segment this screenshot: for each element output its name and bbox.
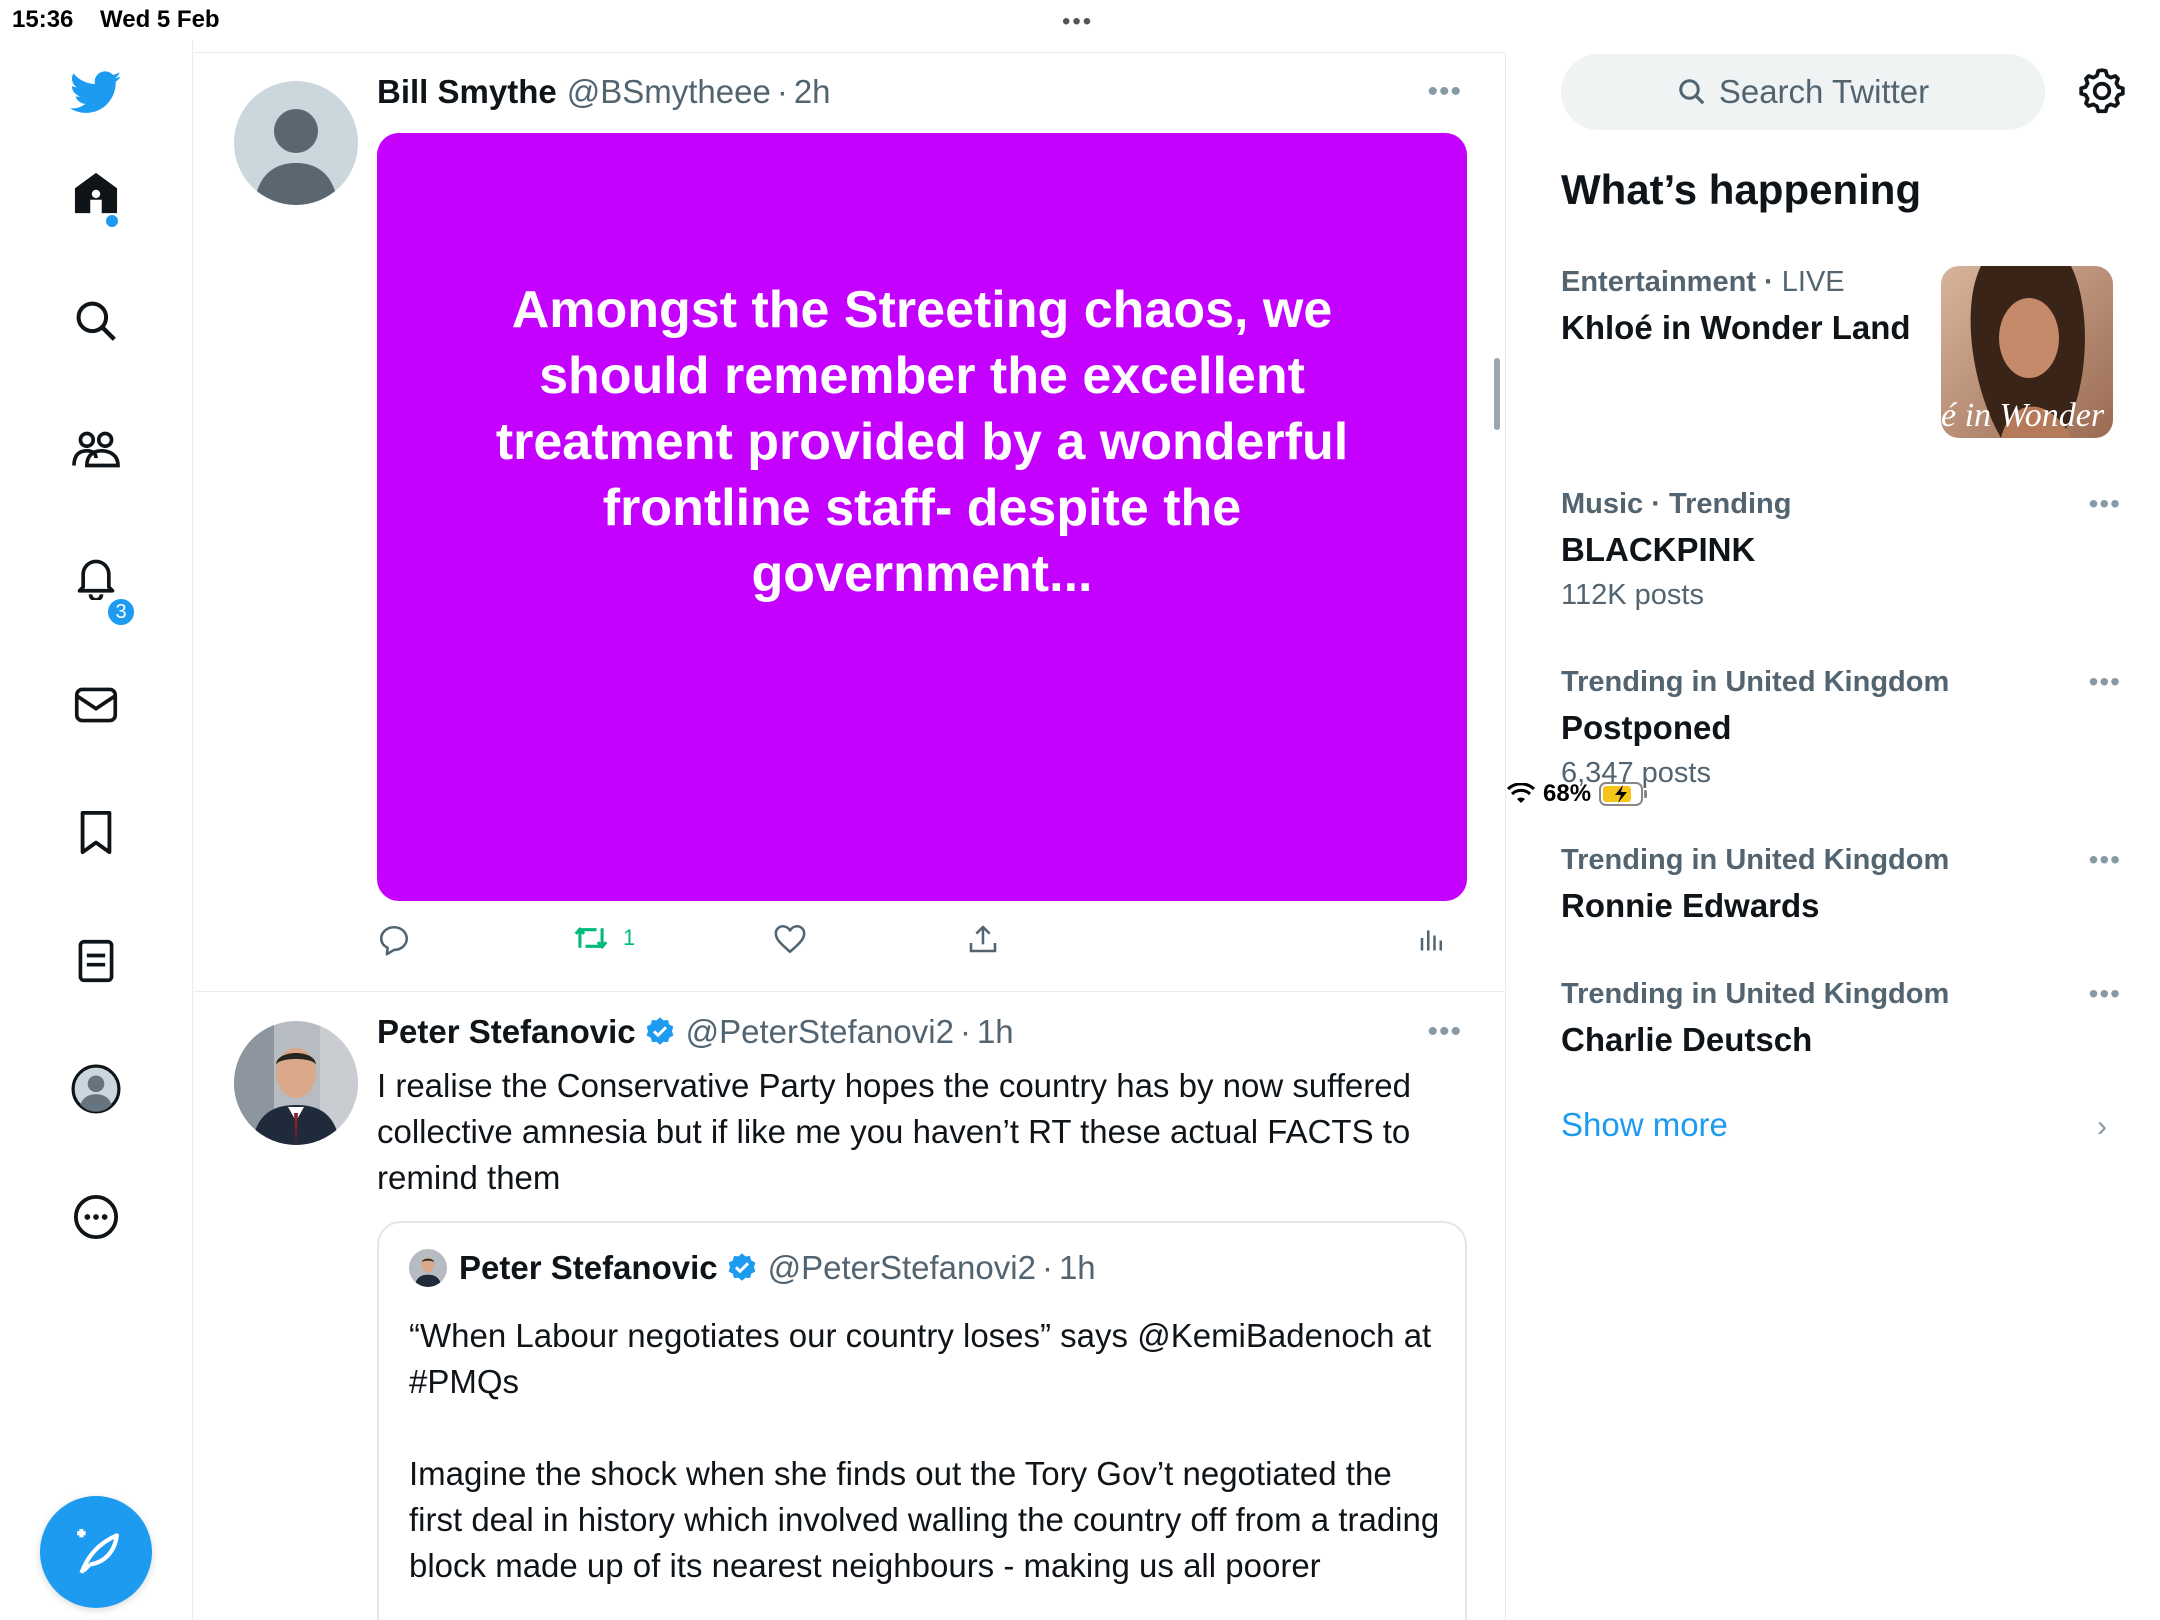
search-twitter-input[interactable]: Search Twitter bbox=[1561, 54, 2045, 130]
trend-item[interactable]: Trending in United Kingdom Charlie Deuts… bbox=[1561, 978, 2121, 1059]
trend-post-count: 112K posts bbox=[1561, 579, 1704, 611]
share-icon bbox=[969, 925, 997, 953]
tweet-header: Bill Smythe @BSmytheee · 2h bbox=[377, 73, 831, 111]
multitasking-handle[interactable]: ••• bbox=[1062, 8, 1093, 36]
author-avatar[interactable] bbox=[234, 1021, 358, 1145]
home-icon[interactable] bbox=[65, 162, 127, 224]
trend-extra: Trending bbox=[1668, 488, 1792, 520]
settings-gear-icon[interactable] bbox=[2077, 66, 2127, 116]
analytics-bars-icon bbox=[1420, 930, 1442, 951]
status-date: Wed 5 Feb bbox=[100, 6, 220, 33]
trend-item[interactable]: Trending in United Kingdom Postponed 6,3… bbox=[1561, 666, 2121, 790]
twitter-logo-icon[interactable] bbox=[65, 62, 127, 124]
quoted-text-paragraph: Imagine the shock when she finds out the… bbox=[409, 1455, 1440, 1584]
quoted-author-handle: @PeterStefanovi2 bbox=[767, 1249, 1036, 1286]
right-sidebar: Search Twitter What’s happening Entertai… bbox=[1507, 40, 2160, 1620]
trend-item[interactable]: Music · Trending BLACKPINK 112K posts ••… bbox=[1561, 488, 2121, 612]
trend-title: Postponed bbox=[1561, 709, 1732, 746]
quoted-author-name: Peter Stefanovic bbox=[459, 1249, 718, 1286]
compose-feather-icon bbox=[77, 1529, 119, 1574]
author-name[interactable]: Peter Stefanovic bbox=[377, 1013, 636, 1051]
tweet-time[interactable]: 2h bbox=[794, 73, 831, 111]
retweet-icon bbox=[574, 927, 608, 949]
author-handle[interactable]: @PeterStefanovi2 bbox=[686, 1013, 954, 1051]
trend-more-button[interactable]: ••• bbox=[2089, 978, 2121, 1010]
search-icon bbox=[1679, 79, 1705, 105]
bookmarks-icon[interactable] bbox=[65, 802, 127, 864]
messages-envelope-icon[interactable] bbox=[65, 674, 127, 736]
trend-item[interactable]: Trending in United Kingdom Ronnie Edward… bbox=[1561, 844, 2121, 925]
author-handle[interactable]: @BSmytheee bbox=[567, 73, 771, 111]
trend-category: Music bbox=[1561, 488, 1644, 520]
tweet-divider bbox=[194, 991, 1505, 992]
quoted-text-paragraph: “When Labour negotiates our country lose… bbox=[409, 1317, 1432, 1400]
status-bar: 15:36 Wed 5 Feb ••• 68% bbox=[0, 0, 2160, 807]
trend-category: Trending in United Kingdom bbox=[1561, 978, 1950, 1010]
tweet-text: I realise the Conservative Party hopes t… bbox=[377, 1067, 1411, 1196]
quoted-tweet-time: 1h bbox=[1058, 1249, 1096, 1286]
tweet-media-image[interactable]: Amongst the Streeting chaos, we should r… bbox=[377, 133, 1467, 901]
search-placeholder: Search Twitter bbox=[1718, 73, 1930, 110]
trend-more-button[interactable]: ••• bbox=[2089, 844, 2121, 876]
media-text: Amongst the Streeting chaos, we should r… bbox=[495, 281, 1349, 603]
trend-live-label: LIVE bbox=[1781, 266, 1845, 298]
tweet-time[interactable]: 1h bbox=[977, 1013, 1014, 1051]
tweet-header: Peter Stefanovic @PeterStefanovi2 · 1h bbox=[377, 1013, 1014, 1051]
quoted-tweet[interactable]: Peter Stefanovic @PeterStefanovi2 · 1h “… bbox=[377, 1221, 1467, 1620]
trend-category: Entertainment bbox=[1561, 266, 1756, 298]
trend-post-count: 6,347 posts bbox=[1561, 757, 1711, 789]
trend-category: Trending in United Kingdom bbox=[1561, 844, 1950, 876]
show-more-link[interactable]: Show more bbox=[1561, 1106, 1728, 1144]
trend-title: Ronnie Edwards bbox=[1561, 887, 1820, 924]
more-options-icon[interactable] bbox=[65, 1186, 127, 1248]
quoted-tweet-text: “When Labour negotiates our country lose… bbox=[409, 1313, 1449, 1589]
separator: · bbox=[776, 73, 788, 110]
default-avatar[interactable] bbox=[234, 81, 358, 205]
trend-category: Trending in United Kingdom bbox=[1561, 666, 1950, 698]
left-navigation: 3 bbox=[0, 40, 193, 1620]
quoted-tweet-header: Peter Stefanovic @PeterStefanovi2 · 1h bbox=[409, 1249, 1096, 1287]
reply-icon bbox=[379, 925, 409, 956]
profile-avatar-icon[interactable] bbox=[65, 1058, 127, 1120]
trend-more-button[interactable]: ••• bbox=[2089, 666, 2121, 698]
tweet-more-button[interactable]: ••• bbox=[1427, 1015, 1462, 1049]
whats-happening-heading: What’s happening bbox=[1561, 166, 1922, 213]
communities-icon[interactable] bbox=[65, 418, 127, 480]
home-unread-dot bbox=[106, 215, 118, 227]
status-time: 15:36 bbox=[12, 6, 74, 33]
trend-title: Charlie Deutsch bbox=[1561, 1021, 1813, 1058]
chevron-right-icon[interactable]: › bbox=[2097, 1110, 2107, 1144]
tweet-more-button[interactable]: ••• bbox=[1427, 75, 1462, 109]
lists-icon[interactable] bbox=[65, 930, 127, 992]
thumbnail-caption: é in Wonder l bbox=[1941, 397, 2113, 434]
heart-icon bbox=[774, 924, 806, 954]
retweet-count: 1 bbox=[623, 925, 636, 950]
trend-meta-separator: · bbox=[1651, 488, 1661, 520]
quoted-author-avatar bbox=[409, 1249, 447, 1287]
author-name[interactable]: Bill Smythe bbox=[377, 73, 557, 111]
verified-badge-icon bbox=[646, 1017, 673, 1045]
trend-more-button[interactable]: ••• bbox=[2089, 488, 2121, 520]
notifications-badge: 3 bbox=[106, 597, 136, 627]
reply-button[interactable] bbox=[377, 923, 411, 957]
trend-meta: Music · Trending bbox=[1561, 488, 2121, 521]
trend-title: BLACKPINK bbox=[1561, 531, 1756, 568]
explore-search-icon[interactable] bbox=[65, 290, 127, 352]
timeline: Bill Smythe @BSmytheee · 2h ••• Amongst … bbox=[194, 52, 1506, 1620]
verified-badge-icon bbox=[728, 1253, 755, 1281]
trend-meta-separator: · bbox=[1764, 266, 1774, 298]
compose-tweet-button[interactable] bbox=[40, 1496, 152, 1608]
retweet-button[interactable]: 1 bbox=[573, 923, 635, 953]
analytics-button[interactable] bbox=[1417, 923, 1447, 953]
trend-thumbnail[interactable]: é in Wonder l bbox=[1941, 266, 2113, 438]
tweet-actions: 1 bbox=[377, 923, 1467, 963]
separator: · bbox=[959, 1013, 971, 1050]
timeline-scrollbar[interactable] bbox=[1494, 358, 1500, 430]
separator: · bbox=[1041, 1249, 1053, 1286]
share-button[interactable] bbox=[967, 923, 999, 955]
like-button[interactable] bbox=[773, 923, 807, 955]
